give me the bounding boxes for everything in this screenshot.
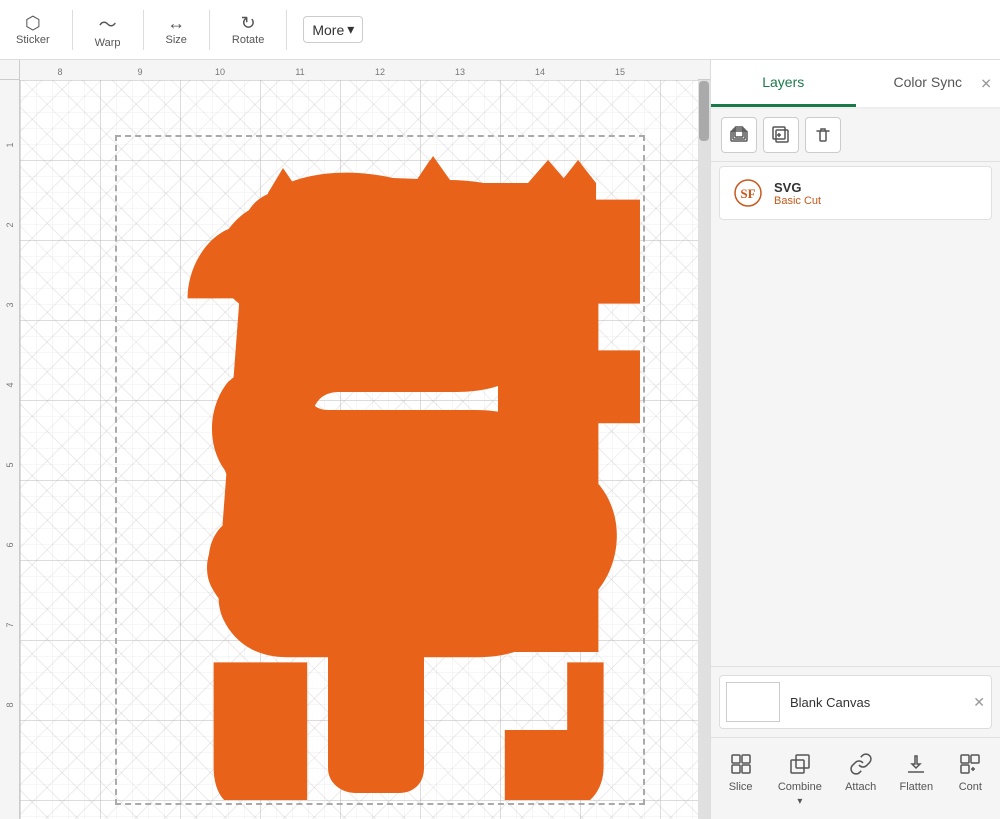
combine-button[interactable]: Combine ▾ <box>772 746 828 811</box>
sf-giants-logo-proper[interactable] <box>108 128 643 800</box>
slice-icon <box>727 750 755 778</box>
ruler-num-10: 10 <box>215 67 225 77</box>
sticker-label: Sticker <box>16 34 50 46</box>
panel-spacer <box>711 224 1000 666</box>
blank-canvas-preview: Blank Canvas ✕ <box>719 675 992 729</box>
ruler-left-num-4: 4 <box>5 382 15 387</box>
sticker-icon: ⬡ <box>25 13 41 34</box>
ruler-corner <box>0 60 20 80</box>
ruler-top: 8 9 10 11 12 13 14 15 <box>0 60 710 80</box>
canvas-close-button[interactable]: ✕ <box>973 694 985 711</box>
separator-4 <box>286 10 287 50</box>
more-button[interactable]: More ▾ <box>303 16 363 43</box>
ruler-left-num-3: 3 <box>5 302 15 307</box>
layer-item-info: SVG Basic Cut <box>774 180 821 207</box>
duplicate-icon <box>772 126 790 144</box>
grid-canvas[interactable] <box>20 80 698 819</box>
layer-item-icon: SF <box>732 177 764 209</box>
layer-type: Basic Cut <box>774 195 821 207</box>
flatten-icon <box>902 750 930 778</box>
cont-label: Cont <box>959 781 982 793</box>
canvas-thumbnail <box>726 682 780 722</box>
warp-icon: 〜 <box>99 11 117 37</box>
flatten-label: Flatten <box>899 781 933 793</box>
sf-mini-icon: SF <box>734 179 762 207</box>
layer-name: SVG <box>774 180 821 195</box>
slice-label: Slice <box>729 781 753 793</box>
ruler-left: 1 2 3 4 5 6 7 8 <box>0 80 20 819</box>
ruler-left-num-5: 5 <box>5 462 15 467</box>
ruler-num-12: 12 <box>375 67 385 77</box>
ruler-num-11: 11 <box>295 67 304 77</box>
panel-toolbar <box>711 109 1000 162</box>
ruler-left-num-7: 7 <box>5 622 15 627</box>
ruler-num-9: 9 <box>137 67 142 77</box>
scrollbar-thumb[interactable] <box>699 81 709 141</box>
ruler-num-15: 15 <box>615 67 625 77</box>
cont-button[interactable]: Cont <box>950 746 990 811</box>
separator-2 <box>143 10 144 50</box>
size-label: Size <box>166 34 187 46</box>
add-layer-button[interactable] <box>721 117 757 153</box>
ruler-left-num-6: 6 <box>5 542 15 547</box>
rotate-label: Rotate <box>232 34 264 46</box>
main-layout: 8 9 10 11 12 13 14 15 1 2 3 4 5 6 7 8 <box>0 60 1000 819</box>
duplicate-layer-button[interactable] <box>763 117 799 153</box>
tab-layers[interactable]: Layers <box>711 60 856 107</box>
blank-canvas-section: Blank Canvas ✕ <box>711 666 1000 737</box>
ruler-left-num-8: 8 <box>5 702 15 707</box>
ruler-left-num-2: 2 <box>5 222 15 227</box>
canvas-label: Blank Canvas <box>790 695 870 710</box>
delete-layer-button[interactable] <box>805 117 841 153</box>
right-panel: Layers Color Sync ✕ <box>710 60 1000 819</box>
attach-button[interactable]: Attach <box>839 746 882 811</box>
layer-item[interactable]: SF SVG Basic Cut <box>719 166 992 220</box>
svg-text:SF: SF <box>740 186 755 201</box>
scrollbar-right[interactable] <box>698 80 710 819</box>
flatten-button[interactable]: Flatten <box>893 746 939 811</box>
tab-colorsync[interactable]: Color Sync <box>856 60 1000 107</box>
more-label: More <box>312 22 344 38</box>
separator-1 <box>72 10 73 50</box>
panel-actions: Slice Combine ▾ <box>711 737 1000 819</box>
rotate-tool[interactable]: ↻ Rotate <box>226 9 270 50</box>
warp-tool[interactable]: 〜 Warp <box>89 7 127 53</box>
ruler-num-13: 13 <box>455 67 465 77</box>
layers-tab-label: Layers <box>762 74 804 90</box>
ruler-num-8: 8 <box>57 67 62 77</box>
separator-3 <box>209 10 210 50</box>
combine-icon <box>786 750 814 778</box>
cont-icon <box>956 750 984 778</box>
rotate-icon: ↻ <box>241 13 256 34</box>
slice-button[interactable]: Slice <box>721 746 761 811</box>
panel-tabs: Layers Color Sync ✕ <box>711 60 1000 109</box>
attach-label: Attach <box>845 781 876 793</box>
ruler-num-14: 14 <box>535 67 545 77</box>
combine-dropdown-icon[interactable]: ▾ <box>797 796 802 807</box>
size-icon: ↔ <box>167 13 185 34</box>
combine-label: Combine <box>778 781 822 793</box>
more-chevron-icon: ▾ <box>347 21 354 38</box>
add-layer-icon <box>730 126 748 144</box>
ruler-top-numbers: 8 9 10 11 12 13 14 15 <box>20 60 698 80</box>
ruler-left-num-1: 1 <box>5 142 15 147</box>
attach-icon <box>847 750 875 778</box>
colorsync-tab-label: Color Sync <box>894 74 962 90</box>
canvas-area[interactable]: 8 9 10 11 12 13 14 15 1 2 3 4 5 6 7 8 <box>0 60 710 819</box>
sticker-tool[interactable]: ⬡ Sticker <box>10 9 56 50</box>
delete-icon <box>814 126 832 144</box>
panel-close-button[interactable]: ✕ <box>980 75 992 92</box>
warp-label: Warp <box>95 37 121 49</box>
size-tool[interactable]: ↔ Size <box>160 9 193 50</box>
main-toolbar: ⬡ Sticker 〜 Warp ↔ Size ↻ Rotate More ▾ <box>0 0 1000 60</box>
